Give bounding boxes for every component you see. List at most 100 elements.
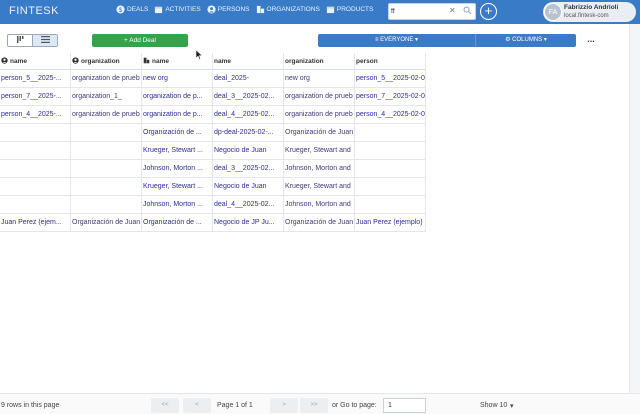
nav-deals[interactable]: $ DEALS (116, 5, 148, 14)
org-name-cell[interactable]: Johnson, Morton ... (142, 160, 213, 178)
table-row[interactable]: Johnson, Morton ... deal_4__2025-02... Joh… (0, 196, 426, 214)
person-org-cell[interactable] (71, 124, 142, 142)
table-row[interactable]: Johnson, Morton ... deal_3__2025-02... Joh… (0, 160, 426, 178)
person-name-cell[interactable]: person_7__2025-... (0, 88, 71, 106)
person-name-cell[interactable] (0, 160, 71, 178)
person-name-cell[interactable] (0, 124, 71, 142)
columns-view-icon (16, 36, 24, 45)
deal-name-cell[interactable]: Negocio de Juan (213, 178, 284, 196)
person-org-cell[interactable]: organization_1_ (71, 88, 142, 106)
person-name-cell[interactable]: person_4__2025-... (0, 106, 71, 124)
deal-name-cell[interactable]: Negocio de JP Ju... (213, 214, 284, 232)
deal-person-cell[interactable] (355, 142, 426, 160)
deal-name-cell[interactable]: deal_3__2025-02... (213, 160, 284, 178)
org-name-cell[interactable]: Krueger, Stewart ... (142, 178, 213, 196)
last-page-button[interactable]: >> (300, 398, 328, 413)
column-header-deal-person[interactable]: person (355, 53, 426, 70)
person-org-cell[interactable] (71, 196, 142, 214)
person-org-cell[interactable] (71, 160, 142, 178)
more-options-button[interactable]: ... (584, 34, 598, 47)
column-header-person-name[interactable]: name (0, 53, 71, 70)
search-input[interactable] (391, 6, 447, 17)
next-page-button[interactable]: > (270, 398, 298, 413)
search-icon[interactable] (463, 6, 473, 16)
deal-org-cell[interactable]: new org (284, 70, 355, 88)
deal-person-cell[interactable] (355, 160, 426, 178)
user-menu[interactable]: FA Fabrizzio Andrioli local.fintesk-com (543, 2, 636, 22)
nav-activities[interactable]: ACTIVITIES (154, 5, 201, 14)
org-name-cell[interactable]: Krueger, Stewart ... (142, 142, 213, 160)
deal-person-cell[interactable] (355, 196, 426, 214)
deal-name-cell[interactable]: dp-deal-2025-02-... (213, 124, 284, 142)
clear-icon[interactable]: ✕ (449, 6, 456, 15)
table-row[interactable]: Krueger, Stewart ... Negocio de Juan Krueg… (0, 142, 426, 160)
add-icon[interactable]: + (480, 3, 497, 20)
page-info: Page 1 of 1 (217, 402, 253, 409)
everyone-filter-label: EVERYONE (380, 37, 414, 43)
org-name-cell[interactable]: organization de p... (142, 88, 213, 106)
columns-button[interactable]: ⚙ COLUMNS ▾ (475, 34, 576, 47)
deal-org-cell[interactable]: Krueger, Stewart and (284, 142, 355, 160)
deal-org-cell[interactable]: Johnson, Morton and (284, 160, 355, 178)
deal-org-cell[interactable]: Krueger, Stewart and (284, 178, 355, 196)
nav-products[interactable]: PRODUCTS (326, 5, 373, 14)
deal-name-cell[interactable]: deal_4__2025-02... (213, 196, 284, 214)
deal-name-cell[interactable]: deal_4__2025-02... (213, 106, 284, 124)
person-org-cell[interactable]: Organización de Juan (71, 214, 142, 232)
column-header-deal-organization[interactable]: organization (284, 53, 355, 70)
deal-person-cell[interactable]: person_7__2025-02-0 (355, 88, 426, 106)
deal-name-cell[interactable]: deal_2025- (213, 70, 284, 88)
person-icon (207, 5, 216, 14)
nav-persons[interactable]: PERSONS (207, 5, 250, 14)
column-header-person-organization[interactable]: organization (71, 53, 142, 70)
vertical-scrollbar[interactable] (629, 24, 640, 394)
deal-org-cell[interactable]: Johnson, Morton and (284, 196, 355, 214)
deal-org-cell[interactable]: Organización de Juan (284, 124, 355, 142)
deal-person-cell[interactable] (355, 124, 426, 142)
org-name-cell[interactable]: Johnson, Morton ... (142, 196, 213, 214)
table-row[interactable]: Krueger, Stewart ... Negocio de Juan Krueg… (0, 178, 426, 196)
org-name-cell[interactable]: new org (142, 70, 213, 88)
nav-organizations[interactable]: ORGANIZATIONS (256, 5, 320, 14)
person-name-cell[interactable] (0, 142, 71, 160)
deal-person-cell[interactable]: Juan Perez (ejemplo) (355, 214, 426, 232)
pipeline-view-button[interactable] (8, 35, 32, 46)
deal-name-cell[interactable]: Negocio de Juan (213, 142, 284, 160)
list-view-button[interactable] (32, 35, 57, 46)
search-box: ✕ (388, 3, 476, 20)
table-row[interactable]: Juan Perez (ejem... Organización de Juan O… (0, 214, 426, 232)
box-icon (326, 5, 335, 14)
table-row[interactable]: person_5__2025-... organization de prueb n… (0, 70, 426, 88)
person-org-cell[interactable] (71, 142, 142, 160)
person-org-cell[interactable]: organization de prueb (71, 106, 142, 124)
add-deal-button[interactable]: + Add Deal (92, 34, 188, 47)
deal-person-cell[interactable] (355, 178, 426, 196)
table-header: name organization name name organization… (0, 53, 426, 70)
person-org-cell[interactable] (71, 178, 142, 196)
person-name-cell[interactable] (0, 178, 71, 196)
org-name-cell[interactable]: Organización de ... (142, 124, 213, 142)
column-header-deal-name[interactable]: name (213, 53, 284, 70)
org-name-cell[interactable]: Organización de ... (142, 214, 213, 232)
person-name-cell[interactable]: person_5__2025-... (0, 70, 71, 88)
deal-org-cell[interactable]: organization de prueb (284, 106, 355, 124)
everyone-filter-button[interactable]: ≡ EVERYONE ▾ (318, 34, 475, 47)
goto-page-input[interactable]: 1 (383, 398, 426, 413)
table-row[interactable]: Organización de ... dp-deal-2025-02-... Or… (0, 124, 426, 142)
table-row[interactable]: person_4__2025-... organization de prueb o… (0, 106, 426, 124)
brand-logo[interactable]: FINTESK (9, 5, 59, 17)
page-size-select[interactable]: Show 10 (480, 402, 507, 409)
deal-person-cell[interactable]: person_5__2025-02-0 (355, 70, 426, 88)
deal-org-cell[interactable]: organization de prueb (284, 88, 355, 106)
prev-page-button[interactable]: < (183, 398, 211, 413)
column-header-org-name[interactable]: name (142, 53, 213, 70)
person-name-cell[interactable]: Juan Perez (ejem... (0, 214, 71, 232)
first-page-button[interactable]: << (151, 398, 179, 413)
deal-org-cell[interactable]: Organización de Juan (284, 214, 355, 232)
table-row[interactable]: person_7__2025-... organization_1_ organiz… (0, 88, 426, 106)
person-org-cell[interactable]: organization de prueb (71, 70, 142, 88)
deal-person-cell[interactable]: person_4__2025-02-0 (355, 106, 426, 124)
org-name-cell[interactable]: organization de p... (142, 106, 213, 124)
person-name-cell[interactable] (0, 196, 71, 214)
deal-name-cell[interactable]: deal_3__2025-02... (213, 88, 284, 106)
